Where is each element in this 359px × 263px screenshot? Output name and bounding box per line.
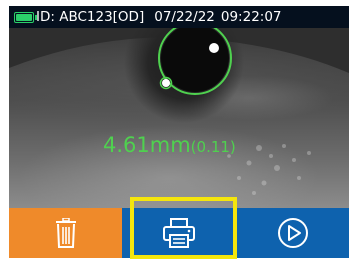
- pupil-camera-view: 4.61mm(0.11): [9, 28, 349, 208]
- pupil-measurement: 4.61mm(0.11): [103, 133, 236, 157]
- trash-icon: [55, 218, 76, 248]
- printer-icon: [163, 218, 195, 248]
- lower-lid-texture: [227, 144, 311, 195]
- corneal-reflection: [162, 79, 170, 87]
- corneal-reflection: [209, 43, 219, 53]
- play-circle-icon: [277, 218, 308, 248]
- pupil-diameter: 4.61mm: [103, 133, 191, 157]
- action-toolbar: [9, 208, 349, 258]
- play-button[interactable]: [236, 208, 349, 258]
- capture-time: 09:22:07: [220, 9, 282, 25]
- delete-button[interactable]: [9, 208, 122, 258]
- capture-date: 07/22/22: [154, 9, 215, 25]
- eye-image: [9, 28, 349, 195]
- status-bar: ID: ABC123[OD] 07/22/22 09:22:07: [9, 6, 349, 28]
- battery-icon: [14, 11, 37, 23]
- pupil-deviation: (0.11): [190, 138, 236, 156]
- patient-id: ID: ABC123[OD]: [36, 9, 145, 25]
- print-button[interactable]: [122, 208, 236, 258]
- device-screen: ID: ABC123[OD] 07/22/22 09:22:07 4.61mm(…: [9, 6, 349, 258]
